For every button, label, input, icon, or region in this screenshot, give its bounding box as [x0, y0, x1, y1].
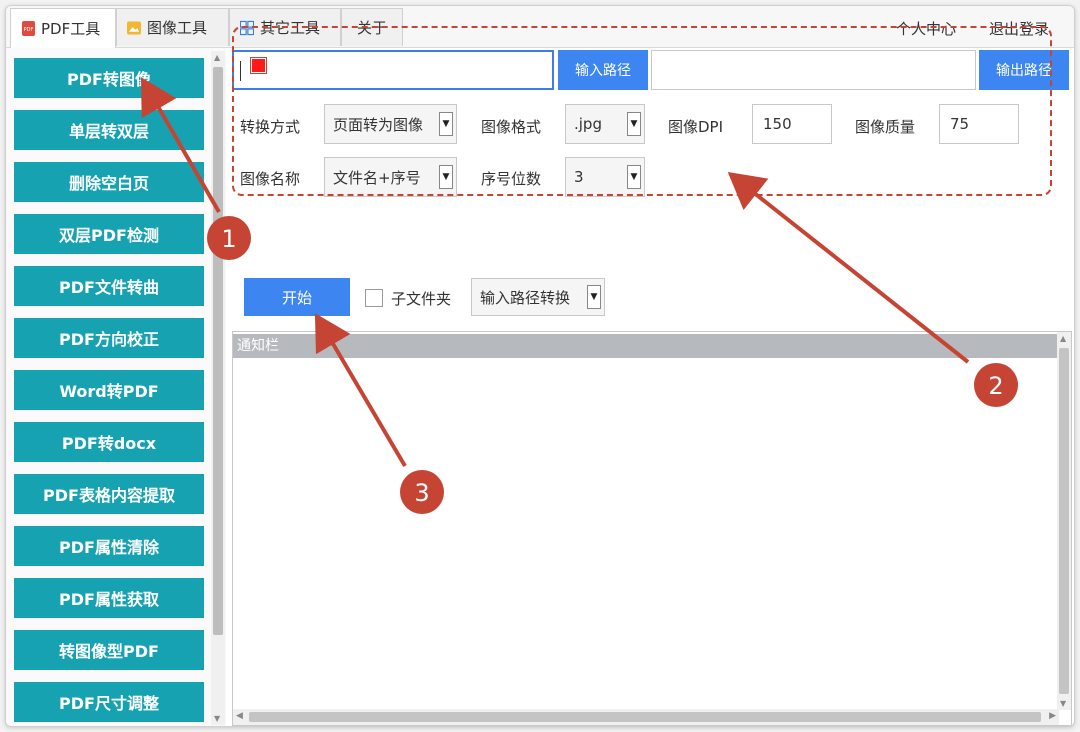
notice-vscroll-thumb[interactable] — [1059, 348, 1069, 694]
grid-icon — [240, 20, 254, 35]
scroll-up-icon[interactable]: ▲ — [1060, 334, 1066, 343]
sidebar-item-double-layer-check[interactable]: 双层PDF检测 — [14, 214, 204, 254]
scroll-down-icon[interactable]: ▼ — [214, 714, 220, 723]
sequence-digits-value: 3 — [574, 168, 584, 186]
app-window: PDF PDF工具 图像工具 其它工具 关于 个人中心 退出登录 PDF转图像 … — [5, 5, 1075, 727]
image-format-label: 图像格式 — [481, 118, 542, 136]
subfolder-label: 子文件夹 — [391, 290, 452, 308]
tab-other-tools[interactable]: 其它工具 — [229, 8, 341, 46]
sequence-digits-label: 序号位数 — [481, 170, 542, 188]
sidebar-item-delete-blank-pages[interactable]: 删除空白页 — [14, 162, 204, 202]
image-quality-label: 图像质量 — [855, 118, 916, 136]
scroll-up-icon[interactable]: ▲ — [214, 53, 220, 62]
image-quality-input[interactable]: 75 — [939, 104, 1019, 144]
input-path-button[interactable]: 输入路径 — [558, 50, 648, 90]
svg-text:PDF: PDF — [23, 27, 33, 33]
image-dpi-label: 图像DPI — [668, 118, 724, 136]
image-dpi-value: 150 — [763, 115, 792, 133]
tab-pdf-tools[interactable]: PDF PDF工具 — [10, 8, 116, 48]
notice-vertical-scrollbar[interactable]: ▲ ▼ — [1057, 332, 1071, 710]
input-path-field[interactable] — [232, 50, 554, 90]
sidebar-scroll-thumb[interactable] — [213, 67, 223, 635]
image-quality-value: 75 — [950, 115, 970, 133]
dropdown-arrow-icon[interactable]: ▼ — [587, 285, 601, 309]
sequence-digits-select[interactable]: 3 ▼ — [565, 157, 645, 197]
personal-center-link[interactable]: 个人中心 — [896, 18, 956, 39]
tab-about[interactable]: 关于 — [341, 8, 403, 46]
dropdown-arrow-icon[interactable]: ▼ — [627, 165, 641, 189]
notice-horizontal-scrollbar[interactable]: ◀ ▶ — [233, 709, 1059, 725]
image-name-value: 文件名+序号 — [333, 168, 421, 187]
tab-label: 关于 — [356, 19, 387, 37]
image-icon — [127, 20, 141, 35]
sidebar-item-pdf-to-docx[interactable]: PDF转docx — [14, 422, 204, 462]
scroll-left-icon[interactable]: ◀ — [236, 711, 243, 721]
notice-panel: 通知栏 ▲ ▼ ◀ ▶ — [232, 331, 1072, 726]
sidebar-item-pdf-to-image[interactable]: PDF转图像 — [14, 58, 204, 98]
sidebar-item-single-to-double-layer[interactable]: 单层转双层 — [14, 110, 204, 150]
notice-title: 通知栏 — [233, 334, 1059, 358]
image-format-value: .jpg — [574, 115, 602, 133]
sidebar-item-pdf-outline[interactable]: PDF文件转曲 — [14, 266, 204, 306]
tab-label: 图像工具 — [147, 19, 208, 37]
image-format-select[interactable]: .jpg ▼ — [565, 104, 645, 144]
red-square-icon — [251, 58, 266, 73]
start-button[interactable]: 开始 — [244, 278, 350, 316]
mode-value: 输入路径转换 — [480, 288, 571, 307]
conversion-method-select[interactable]: 页面转为图像 ▼ — [324, 104, 457, 144]
sidebar: PDF转图像 单层转双层 删除空白页 双层PDF检测 PDF文件转曲 PDF方向… — [6, 48, 226, 726]
image-name-label: 图像名称 — [240, 170, 301, 188]
conversion-method-label: 转换方式 — [240, 118, 301, 136]
tab-image-tools[interactable]: 图像工具 — [116, 8, 229, 46]
mode-select[interactable]: 输入路径转换 ▼ — [471, 278, 605, 316]
image-dpi-input[interactable]: 150 — [752, 104, 832, 144]
sidebar-scrollbar[interactable]: ▲ ▼ — [211, 51, 225, 725]
tab-label: 其它工具 — [260, 19, 321, 37]
output-path-button[interactable]: 输出路径 — [979, 50, 1069, 90]
tab-label: PDF工具 — [41, 20, 101, 38]
pdf-icon: PDF — [21, 21, 35, 36]
sidebar-item-orientation-fix[interactable]: PDF方向校正 — [14, 318, 204, 358]
tab-bar: PDF PDF工具 图像工具 其它工具 关于 个人中心 退出登录 — [6, 6, 1074, 48]
scroll-right-icon[interactable]: ▶ — [1049, 711, 1056, 721]
subfolder-checkbox[interactable] — [365, 289, 383, 307]
scroll-down-icon[interactable]: ▼ — [1060, 699, 1066, 708]
conversion-method-value: 页面转为图像 — [333, 115, 424, 134]
sidebar-item-word-to-pdf[interactable]: Word转PDF — [14, 370, 204, 410]
sidebar-item-table-extract[interactable]: PDF表格内容提取 — [14, 474, 204, 514]
dropdown-arrow-icon[interactable]: ▼ — [439, 112, 453, 136]
notice-hscroll-thumb[interactable] — [249, 712, 1041, 722]
dropdown-arrow-icon[interactable]: ▼ — [627, 112, 641, 136]
text-cursor — [240, 61, 241, 81]
sidebar-item-resize[interactable]: PDF尺寸调整 — [14, 682, 204, 722]
dropdown-arrow-icon[interactable]: ▼ — [439, 165, 453, 189]
sidebar-item-to-image-pdf[interactable]: 转图像型PDF — [14, 630, 204, 670]
sidebar-item-clear-properties[interactable]: PDF属性清除 — [14, 526, 204, 566]
sidebar-item-get-properties[interactable]: PDF属性获取 — [14, 578, 204, 618]
logout-link[interactable]: 退出登录 — [989, 18, 1049, 39]
output-path-field[interactable] — [651, 50, 976, 90]
image-name-select[interactable]: 文件名+序号 ▼ — [324, 157, 457, 197]
